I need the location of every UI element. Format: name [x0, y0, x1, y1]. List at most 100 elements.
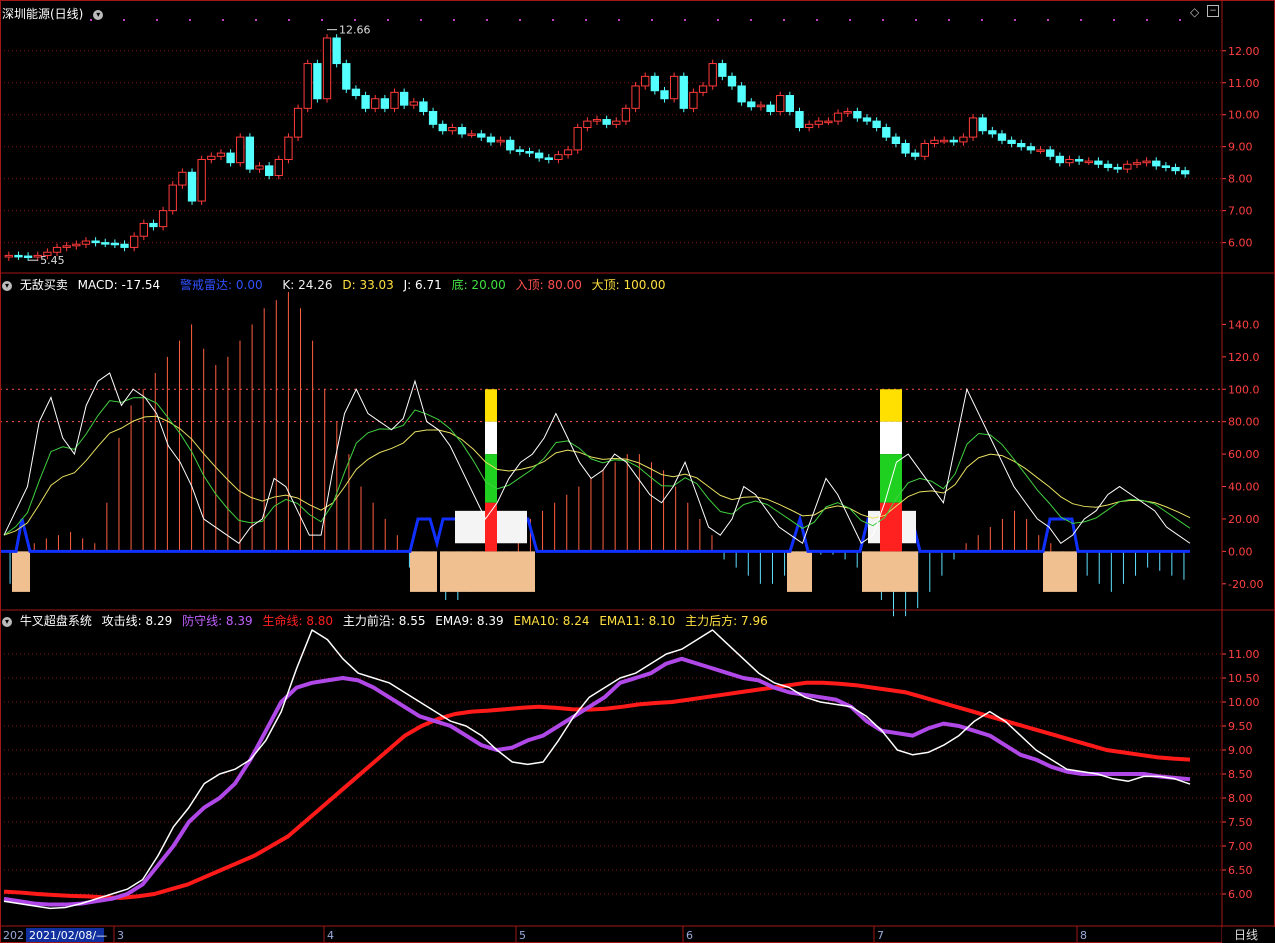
minimize-button[interactable]: −: [1207, 5, 1219, 17]
candle-body: [1113, 166, 1122, 170]
panel2-title: ▾ 无敌买卖 MACD: -17.54 警戒雷达: 0.00 K: 24.26 …: [2, 276, 672, 293]
diamond-icon[interactable]: ◇: [1190, 5, 1199, 19]
candle-body: [679, 75, 688, 109]
candle-body: [72, 243, 81, 247]
candle-body: [930, 139, 939, 144]
candle-body: [727, 75, 737, 87]
candle-body: [833, 112, 843, 122]
candle-body: [1007, 139, 1016, 144]
system-panel: 11.00 10.50 10.00 9.50 9.00 8.50 8.00 7.50 7.00 6…: [0, 629, 1260, 910]
signal-top: [880, 389, 902, 422]
candle-body: [91, 240, 100, 244]
ema9-value: EMA9: 8.39: [435, 614, 504, 628]
candle-body: [274, 158, 283, 176]
y-tick-label: 20.00: [1228, 513, 1260, 526]
y-tick-label: 11.00: [1228, 77, 1260, 90]
signal-dot: [948, 19, 950, 21]
candle-body: [303, 63, 312, 109]
signal-top: [485, 389, 497, 422]
y-tick-label: 6.50: [1228, 864, 1253, 877]
k-value: K: 24.26: [282, 278, 333, 292]
j-value: J: 6.71: [403, 278, 442, 292]
candle-body: [959, 136, 968, 143]
signal-dot: [750, 19, 752, 21]
candle-body: [149, 222, 158, 228]
bottom-zone: [410, 551, 437, 592]
candle-body: [978, 117, 987, 132]
price-panel-title: 深圳能源(日线): [2, 7, 84, 21]
candle-body: [342, 63, 351, 90]
candle-body: [322, 37, 332, 100]
candle-body: [62, 245, 71, 248]
signal-dot: [519, 19, 521, 21]
candle-body: [602, 119, 611, 125]
candle-body: [255, 165, 264, 170]
month-label: 4: [327, 929, 334, 942]
y-tick-label: 10.00: [1228, 109, 1260, 122]
candle-body: [139, 222, 148, 237]
y-tick-label: 6.00: [1228, 237, 1253, 250]
candle-body: [824, 120, 833, 124]
signal-mid: [485, 421, 497, 455]
front-value: 主力前沿: 8.55: [342, 614, 426, 628]
candle-body: [1152, 160, 1161, 167]
signal-mid: [880, 421, 902, 455]
candle-body: [284, 136, 293, 160]
candle-body: [660, 90, 669, 100]
signal-dot: [618, 19, 620, 21]
signal-dot: [156, 19, 158, 21]
signal-dot: [1113, 19, 1115, 21]
signal-dot: [684, 19, 686, 21]
series-line-attack: [3, 629, 1191, 910]
chevron-down-icon[interactable]: ▾: [2, 280, 12, 291]
candle-body: [949, 139, 958, 143]
candle-body: [467, 133, 476, 136]
y-tick-label: 100.0: [1228, 383, 1260, 396]
date-box-label: 2021/02/08/—: [29, 929, 107, 942]
price-panel: 12.00 11.00 10.00 9.00 8.00 7.00 6.00 12.66 5.45: [0, 19, 1260, 267]
candle-body: [1094, 160, 1103, 165]
y-tick-label: -20.00: [1228, 578, 1263, 591]
signal-dot: [222, 19, 224, 21]
bottom-zone: [1043, 551, 1077, 592]
candle-body: [428, 111, 438, 125]
chevron-down-icon[interactable]: ▾: [93, 9, 104, 20]
candle-body: [853, 111, 862, 119]
life-value: 生命线: 8.80: [262, 614, 334, 628]
signal-dot: [981, 19, 983, 21]
candle-body: [563, 149, 573, 156]
candle-body: [1142, 160, 1151, 164]
candle-body: [525, 150, 534, 154]
rear-value: 主力后方: 7.96: [685, 614, 768, 628]
y-tick-label: 8.00: [1228, 792, 1253, 805]
y-tick-label: 9.50: [1228, 720, 1253, 733]
y-tick-label: 6.00: [1228, 888, 1253, 901]
candle-body: [515, 149, 525, 152]
d-value: D: 33.03: [342, 278, 394, 292]
signal-dot: [1047, 19, 1049, 21]
chart-canvas[interactable]: 12.00 11.00 10.00 9.00 8.00 7.00 6.00 12.66 5.45…: [0, 0, 1275, 943]
signal-dot: [552, 19, 554, 21]
candle-body: [1036, 149, 1045, 152]
chevron-down-icon[interactable]: ▾: [2, 616, 12, 627]
candle-body: [804, 123, 814, 129]
candle-body: [506, 139, 515, 151]
candle-body: [187, 171, 197, 202]
month-label: 6: [686, 929, 693, 942]
candle-body: [486, 136, 496, 143]
candle-body: [641, 75, 650, 87]
candle-body: [1181, 170, 1190, 175]
y-tick-label: 7.50: [1228, 816, 1253, 829]
candle-body: [843, 111, 852, 114]
candle-body: [612, 120, 621, 125]
panel3-title: ▾ 牛叉超盘系统 攻击线: 8.29 防守线: 8.39 生命线: 8.80 主…: [2, 612, 774, 629]
bottom-zone: [862, 551, 918, 592]
candle-body: [737, 85, 746, 103]
candle-body: [1065, 158, 1074, 164]
signal-dot: [849, 19, 851, 21]
signal-dot: [288, 19, 290, 21]
signal-dot: [453, 19, 455, 21]
candle-body: [332, 37, 341, 65]
y-tick-label: 10.50: [1228, 672, 1260, 685]
series-line-defense: [3, 656, 1191, 907]
